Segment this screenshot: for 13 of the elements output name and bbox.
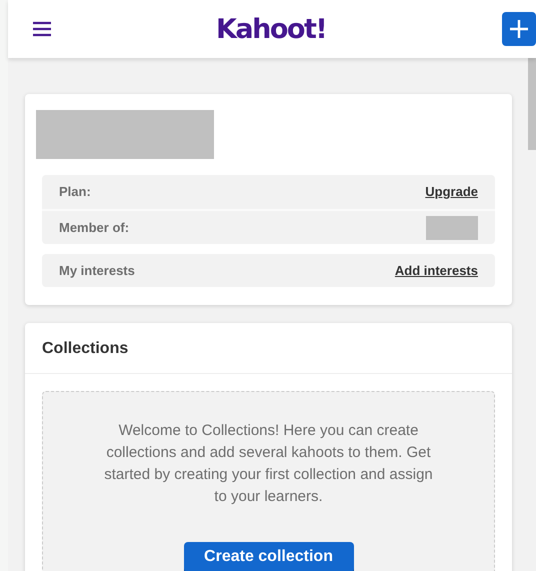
row-link[interactable]: Upgrade [425, 184, 478, 199]
welcome-message: Welcome to Collections! Here you can create collections and add several kahoots to them. Get started by creating your first collection and assign to your learners. [103, 421, 434, 507]
plus-icon [509, 19, 529, 39]
logo[interactable]: Kahoot! [216, 16, 326, 42]
row-label: My interests [59, 263, 135, 278]
menu-icon[interactable] [32, 21, 52, 37]
row-label: Member of: [59, 220, 130, 235]
row-label: Plan: [59, 184, 91, 199]
row-link[interactable]: Add interests [394, 263, 478, 278]
card-title: Collections [25, 323, 512, 374]
redacted-block [426, 216, 478, 240]
create-collection-button[interactable]: Create collection [184, 542, 354, 571]
add-button[interactable] [502, 12, 536, 46]
